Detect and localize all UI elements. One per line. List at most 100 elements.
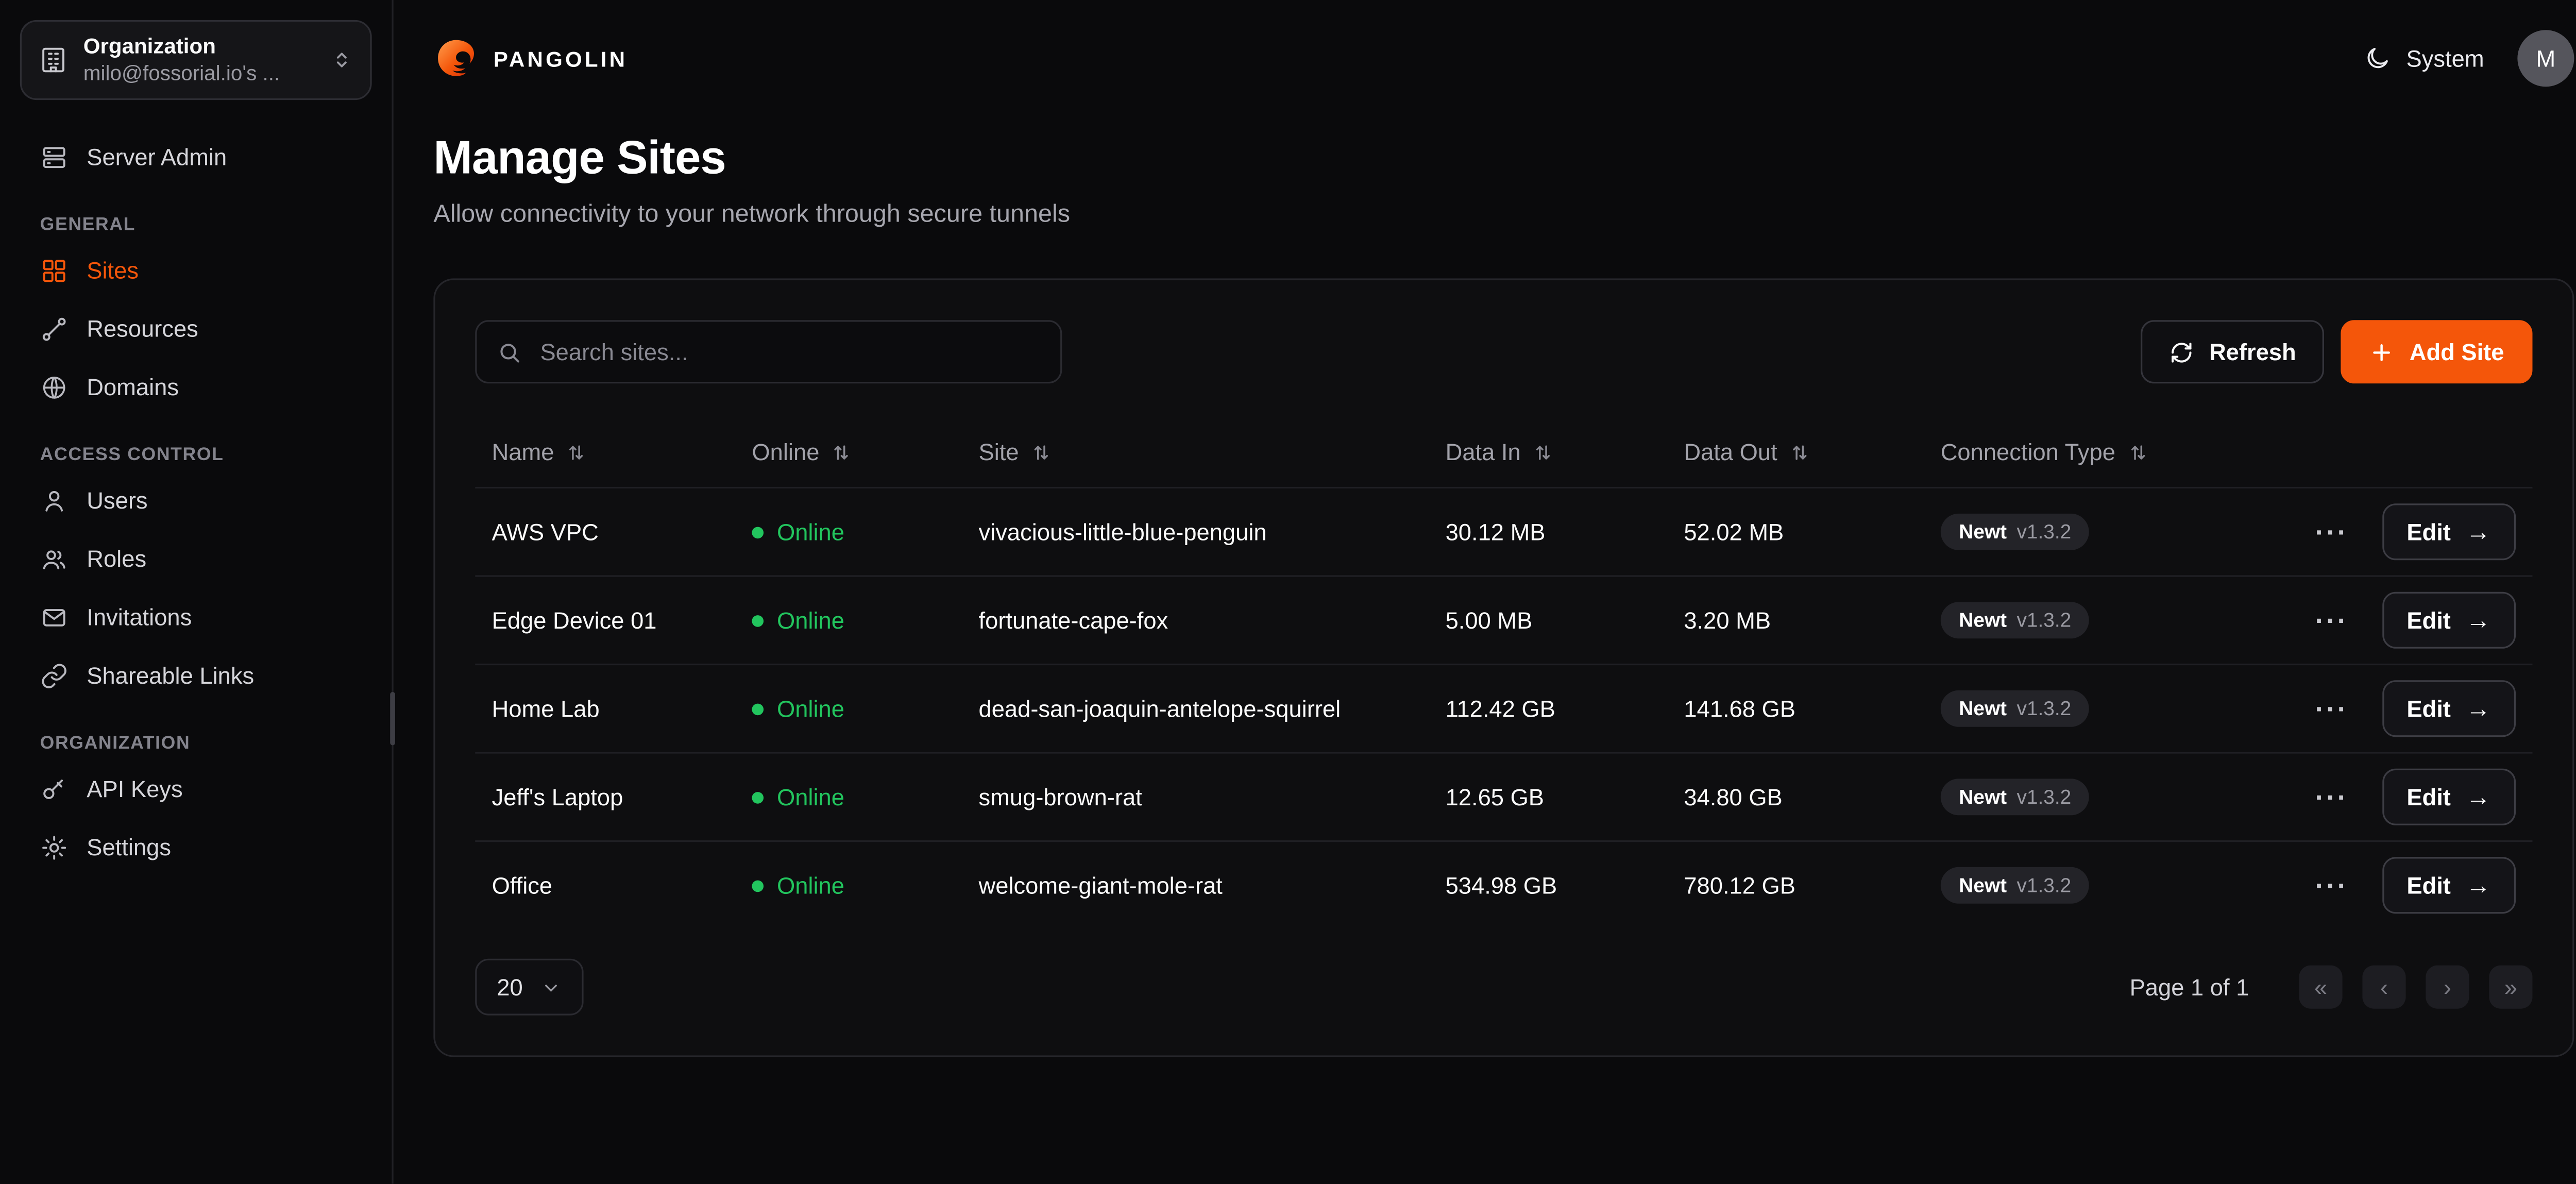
column-header-data-in[interactable]: Data In <box>1446 438 1684 465</box>
cell-site: smug-brown-rat <box>979 784 1446 810</box>
edit-button[interactable]: Edit→ <box>2382 680 2516 737</box>
online-dot-icon <box>752 879 764 891</box>
connection-type-badge: Newtv1.3.2 <box>1941 602 2090 638</box>
cell-name: Edge Device 01 <box>492 607 752 634</box>
table-row: Jeff's Laptop Online smug-brown-rat 12.6… <box>475 752 2532 840</box>
waypoints-icon <box>40 315 69 344</box>
sidebar-item-settings[interactable]: Settings <box>20 820 372 875</box>
column-header-online[interactable]: Online <box>752 438 978 465</box>
cell-connection-type: Newtv1.3.2 <box>1941 779 2309 815</box>
sidebar-item-api-keys[interactable]: API Keys <box>20 762 372 817</box>
table-row: AWS VPC Online vivacious-little-blue-pen… <box>475 487 2532 576</box>
row-menu-button[interactable]: ··· <box>2308 603 2355 638</box>
next-page-button[interactable]: › <box>2426 966 2469 1009</box>
cell-actions: ··· Edit→ <box>2308 592 2516 649</box>
cell-actions: ··· Edit→ <box>2308 680 2516 737</box>
sort-icon <box>566 441 587 463</box>
building-icon <box>38 45 68 75</box>
org-title: Organization <box>83 33 315 59</box>
edit-button[interactable]: Edit→ <box>2382 503 2516 560</box>
page-size-value: 20 <box>497 974 522 1001</box>
sidebar-item-label: Invitations <box>87 604 192 632</box>
cell-actions: ··· Edit→ <box>2308 769 2516 825</box>
search-icon <box>497 340 522 365</box>
sidebar-item-sites[interactable]: Sites <box>20 243 372 298</box>
cell-connection-type: Newtv1.3.2 <box>1941 867 2309 904</box>
sidebar-item-domains[interactable]: Domains <box>20 360 372 415</box>
row-menu-button[interactable]: ··· <box>2308 780 2355 815</box>
last-page-button[interactable]: » <box>2489 966 2532 1009</box>
sites-table: Name Online Site Data In <box>475 417 2532 928</box>
connection-type-badge: Newtv1.3.2 <box>1941 779 2090 815</box>
cell-online: Online <box>752 695 978 722</box>
cell-connection-type: Newtv1.3.2 <box>1941 602 2309 638</box>
pangolin-logo-icon <box>433 36 478 81</box>
sidebar-item-users[interactable]: Users <box>20 473 372 529</box>
column-header-data-out[interactable]: Data Out <box>1684 438 1940 465</box>
cell-online: Online <box>752 607 978 634</box>
scrollbar-thumb[interactable] <box>390 692 395 746</box>
online-label: Online <box>777 518 844 545</box>
sidebar-item-label: Sites <box>87 257 139 285</box>
cell-data-in: 112.42 GB <box>1446 695 1684 722</box>
arrow-right-icon: → <box>2466 519 2491 545</box>
cell-site: fortunate-cape-fox <box>979 607 1446 634</box>
link-icon <box>40 662 69 690</box>
cell-data-in: 534.98 GB <box>1446 872 1684 899</box>
sidebar-item-label: Resources <box>87 315 198 343</box>
edit-button[interactable]: Edit→ <box>2382 769 2516 825</box>
sidebar-item-label: Users <box>87 487 147 515</box>
row-menu-button[interactable]: ··· <box>2308 868 2355 903</box>
sort-icon <box>1789 441 1810 463</box>
first-page-button[interactable]: « <box>2299 966 2342 1009</box>
row-menu-button[interactable]: ··· <box>2308 691 2355 726</box>
arrow-right-icon: → <box>2466 785 2491 810</box>
cell-data-out: 141.68 GB <box>1684 695 1940 722</box>
sidebar-item-server-admin[interactable]: Server Admin <box>20 130 372 185</box>
section-label-general: GENERAL <box>40 215 372 235</box>
blocks-icon <box>40 257 69 285</box>
page-header: Manage Sites Allow connectivity to your … <box>394 87 2576 228</box>
sidebar-item-invitations[interactable]: Invitations <box>20 590 372 646</box>
edit-button[interactable]: Edit→ <box>2382 592 2516 649</box>
column-header-connection-type[interactable]: Connection Type <box>1941 438 2516 465</box>
sort-icon <box>831 441 853 463</box>
org-selector[interactable]: Organization milo@fossorial.io's ... <box>20 20 372 100</box>
sidebar: Organization milo@fossorial.io's ... <box>0 0 394 1184</box>
arrow-right-icon: → <box>2466 608 2491 633</box>
cell-connection-type: Newtv1.3.2 <box>1941 514 2309 550</box>
edit-button[interactable]: Edit→ <box>2382 857 2516 914</box>
page-info: Page 1 of 1 <box>2130 974 2249 1001</box>
table-row: Office Online welcome-giant-mole-rat 534… <box>475 840 2532 929</box>
row-menu-button[interactable]: ··· <box>2308 514 2355 549</box>
search-input[interactable] <box>537 337 1040 367</box>
column-header-name[interactable]: Name <box>492 438 752 465</box>
column-header-site[interactable]: Site <box>979 438 1446 465</box>
table-row: Home Lab Online dead-san-joaquin-antelop… <box>475 664 2532 752</box>
sidebar-item-resources[interactable]: Resources <box>20 302 372 357</box>
cell-site: dead-san-joaquin-antelope-squirrel <box>979 695 1446 722</box>
sidebar-item-roles[interactable]: Roles <box>20 532 372 587</box>
table-row: Edge Device 01 Online fortunate-cape-fox… <box>475 575 2532 664</box>
cell-data-out: 52.02 MB <box>1684 518 1940 545</box>
sidebar-item-shareable-links[interactable]: Shareable Links <box>20 649 372 704</box>
refresh-icon <box>2169 340 2194 365</box>
cell-data-in: 30.12 MB <box>1446 518 1684 545</box>
cell-data-out: 3.20 MB <box>1684 607 1940 634</box>
refresh-button[interactable]: Refresh <box>2141 320 2324 383</box>
online-label: Online <box>777 784 844 810</box>
key-icon <box>40 775 69 804</box>
online-dot-icon <box>752 526 764 538</box>
prev-page-button[interactable]: ‹ <box>2362 966 2405 1009</box>
add-site-button[interactable]: Add Site <box>2341 320 2532 383</box>
theme-toggle[interactable]: System <box>2365 45 2484 72</box>
sidebar-item-label: Shareable Links <box>87 662 254 690</box>
cell-connection-type: Newtv1.3.2 <box>1941 690 2309 727</box>
mail-icon <box>40 603 69 632</box>
avatar[interactable]: M <box>2517 30 2574 87</box>
brand[interactable]: PANGOLIN <box>433 36 628 81</box>
online-label: Online <box>777 695 844 722</box>
cell-site: vivacious-little-blue-penguin <box>979 518 1446 545</box>
chevron-down-icon <box>539 976 561 998</box>
page-size-select[interactable]: 20 <box>475 959 583 1016</box>
